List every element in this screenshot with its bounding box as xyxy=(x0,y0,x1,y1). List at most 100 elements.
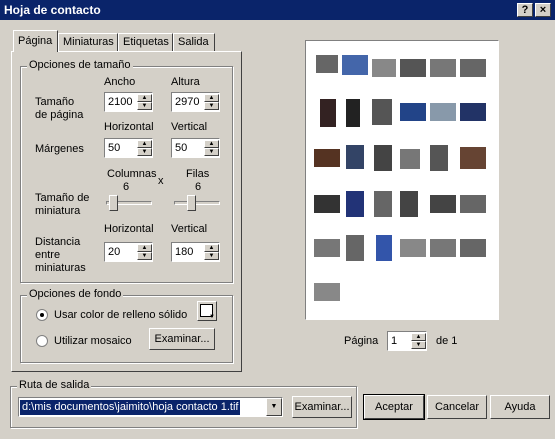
rows-slider-track[interactable] xyxy=(174,201,220,205)
margin-v-spinner[interactable]: 50 ▲ ▼ xyxy=(171,138,220,158)
thumbnail xyxy=(314,239,340,257)
thumbnail xyxy=(374,145,392,171)
width-label: Ancho xyxy=(104,76,136,88)
distance-v-spinner[interactable]: 180 ▲ ▼ xyxy=(171,242,220,262)
output-path-value: d:\mis documentos\jaimito\hoja contacto … xyxy=(20,400,241,415)
spin-down-icon[interactable]: ▼ xyxy=(204,252,219,260)
close-title-button[interactable]: × xyxy=(535,3,551,17)
thumbnail xyxy=(400,103,426,121)
spin-up-icon[interactable]: ▲ xyxy=(204,244,219,252)
columns-slider-thumb[interactable] xyxy=(109,195,118,211)
thumbnail xyxy=(430,239,456,257)
distance-vertical-label: Vertical xyxy=(171,223,208,235)
accept-button[interactable]: Aceptar xyxy=(363,394,425,420)
preview-panel xyxy=(305,40,499,320)
thumbnail xyxy=(460,239,486,257)
thumbnail xyxy=(430,195,456,213)
distance-label-3: miniaturas xyxy=(35,262,86,274)
thumbnail xyxy=(460,195,486,213)
distance-horizontal-label: Horizontal xyxy=(104,223,154,235)
thumbnail xyxy=(372,99,392,125)
spin-down-icon[interactable]: ▼ xyxy=(204,148,219,156)
thumbnail xyxy=(430,145,448,171)
solid-color-label: Usar color de relleno sólido xyxy=(54,309,188,321)
tab-etiquetas[interactable]: Etiquetas xyxy=(118,33,173,51)
page-height-spinner[interactable]: 2970 ▲ ▼ xyxy=(171,92,220,112)
margins-label: Márgenes xyxy=(35,143,84,155)
thumbnail xyxy=(460,147,486,169)
page-size-label-2: de página xyxy=(35,109,84,121)
margin-horizontal-label: Horizontal xyxy=(104,121,154,133)
browse-output-button[interactable]: Examinar... xyxy=(292,396,352,418)
margin-vertical-label: Vertical xyxy=(171,121,208,133)
mosaic-radio[interactable] xyxy=(36,335,48,347)
chevron-down-icon[interactable]: ▼ xyxy=(266,398,282,416)
help-title-button[interactable]: ? xyxy=(517,3,533,17)
title-bar: Hoja de contacto xyxy=(0,0,555,20)
mosaic-label: Utilizar mosaico xyxy=(54,335,132,347)
output-path-legend: Ruta de salida xyxy=(17,379,92,391)
page-size-label-1: Tamaño xyxy=(35,96,75,108)
thumbnail xyxy=(400,59,426,77)
distance-h-spinner[interactable]: 20 ▲ ▼ xyxy=(104,242,153,262)
thumbnail xyxy=(346,99,360,127)
distance-h-value: 20 xyxy=(108,246,121,258)
margin-h-spinner[interactable]: 50 ▲ ▼ xyxy=(104,138,153,158)
contact-sheet-preview xyxy=(314,55,486,301)
chevron-down-icon: ▼ xyxy=(209,314,215,320)
thumbnail xyxy=(320,99,336,127)
distance-label-1: Distancia xyxy=(35,236,81,248)
thumbnail xyxy=(400,191,418,217)
page-width-spinner[interactable]: 2100 ▲ ▼ xyxy=(104,92,153,112)
rows-value: 6 xyxy=(195,181,202,193)
spin-up-icon[interactable]: ▲ xyxy=(204,140,219,148)
tab-miniaturas[interactable]: Miniaturas xyxy=(58,33,118,51)
page-value: 1 xyxy=(391,335,398,347)
cancel-button[interactable]: Cancelar xyxy=(427,395,487,419)
color-picker-button[interactable]: ▼ xyxy=(197,301,217,321)
spin-up-icon[interactable]: ▲ xyxy=(137,94,152,102)
page-label: Página xyxy=(344,335,379,347)
thumbnail xyxy=(314,283,340,301)
help-button[interactable]: Ayuda xyxy=(490,395,550,419)
margin-v-value: 50 xyxy=(175,142,188,154)
spin-down-icon[interactable]: ▼ xyxy=(411,341,426,349)
thumbnail xyxy=(346,235,364,261)
thumbnail xyxy=(374,191,392,217)
columns-value: 6 xyxy=(123,181,130,193)
thumbnail xyxy=(316,55,338,73)
spin-down-icon[interactable]: ▼ xyxy=(137,102,152,110)
rows-slider-thumb[interactable] xyxy=(187,195,196,211)
page-width-value: 2100 xyxy=(108,96,133,108)
thumbnail xyxy=(346,145,364,169)
thumbnail xyxy=(372,59,396,77)
output-path-combobox[interactable]: d:\mis documentos\jaimito\hoja contacto … xyxy=(18,397,283,417)
thumbnail xyxy=(314,195,340,213)
thumbnail xyxy=(342,55,368,75)
spin-down-icon[interactable]: ▼ xyxy=(204,102,219,110)
browse-mosaic-button[interactable]: Examinar... xyxy=(149,328,215,350)
thumb-size-label-1: Tamaño de xyxy=(35,192,90,204)
spin-up-icon[interactable]: ▲ xyxy=(411,333,426,341)
spin-up-icon[interactable]: ▲ xyxy=(204,94,219,102)
thumbnail xyxy=(430,59,456,77)
thumbnail xyxy=(460,59,486,77)
spin-up-icon[interactable]: ▲ xyxy=(137,140,152,148)
distance-label-2: entre xyxy=(35,249,61,261)
background-options-legend: Opciones de fondo xyxy=(27,288,124,300)
spin-down-icon[interactable]: ▼ xyxy=(137,252,152,260)
thumbnail xyxy=(376,235,392,261)
page-spinner[interactable]: 1 ▲ ▼ xyxy=(387,331,427,351)
spin-up-icon[interactable]: ▲ xyxy=(137,244,152,252)
tab-pagina[interactable]: Página xyxy=(13,30,58,52)
page-of-label: de 1 xyxy=(436,335,458,347)
thumbnail xyxy=(400,239,426,257)
size-options-legend: Opciones de tamaño xyxy=(27,59,133,71)
margin-h-value: 50 xyxy=(108,142,121,154)
thumbnail xyxy=(460,103,486,121)
solid-color-radio[interactable] xyxy=(36,309,48,321)
height-label: Altura xyxy=(171,76,200,88)
tab-salida[interactable]: Salida xyxy=(173,33,215,51)
distance-v-value: 180 xyxy=(175,246,194,258)
spin-down-icon[interactable]: ▼ xyxy=(137,148,152,156)
